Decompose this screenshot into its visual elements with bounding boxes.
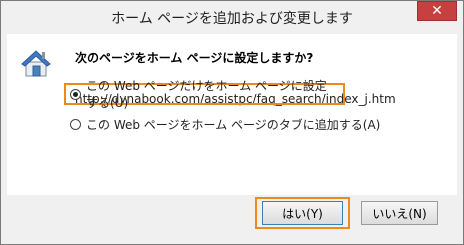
- dialog-window: ホーム ページを追加および変更します ✕ 次のページをホーム ページに設定します…: [0, 0, 464, 245]
- radio-selected-icon[interactable]: [70, 88, 81, 100]
- option-label: この Web ページだけをホーム ページに設定する(U): [86, 79, 327, 110]
- home-icon: [21, 50, 51, 77]
- close-button[interactable]: ✕: [417, 1, 457, 21]
- option-add-to-tabs[interactable]: この Web ページをホーム ページのタブに追加する(A): [64, 113, 380, 135]
- no-button[interactable]: いいえ(N): [361, 201, 438, 225]
- close-icon: ✕: [431, 3, 443, 19]
- title-bar[interactable]: ホーム ページを追加および変更します ✕: [1, 1, 463, 34]
- option-label: この Web ページをホーム ページのタブに追加する(A): [86, 117, 381, 132]
- window-title: ホーム ページを追加および変更します: [111, 11, 353, 27]
- yes-button-highlight: はい(Y): [255, 197, 350, 229]
- yes-button[interactable]: はい(Y): [262, 201, 343, 225]
- radio-unselected-icon[interactable]: [70, 118, 81, 130]
- option-set-only-this-page[interactable]: この Web ページだけをホーム ページに設定する(U): [64, 79, 345, 110]
- confirm-question: 次のページをホーム ページに設定しますか?: [75, 51, 314, 65]
